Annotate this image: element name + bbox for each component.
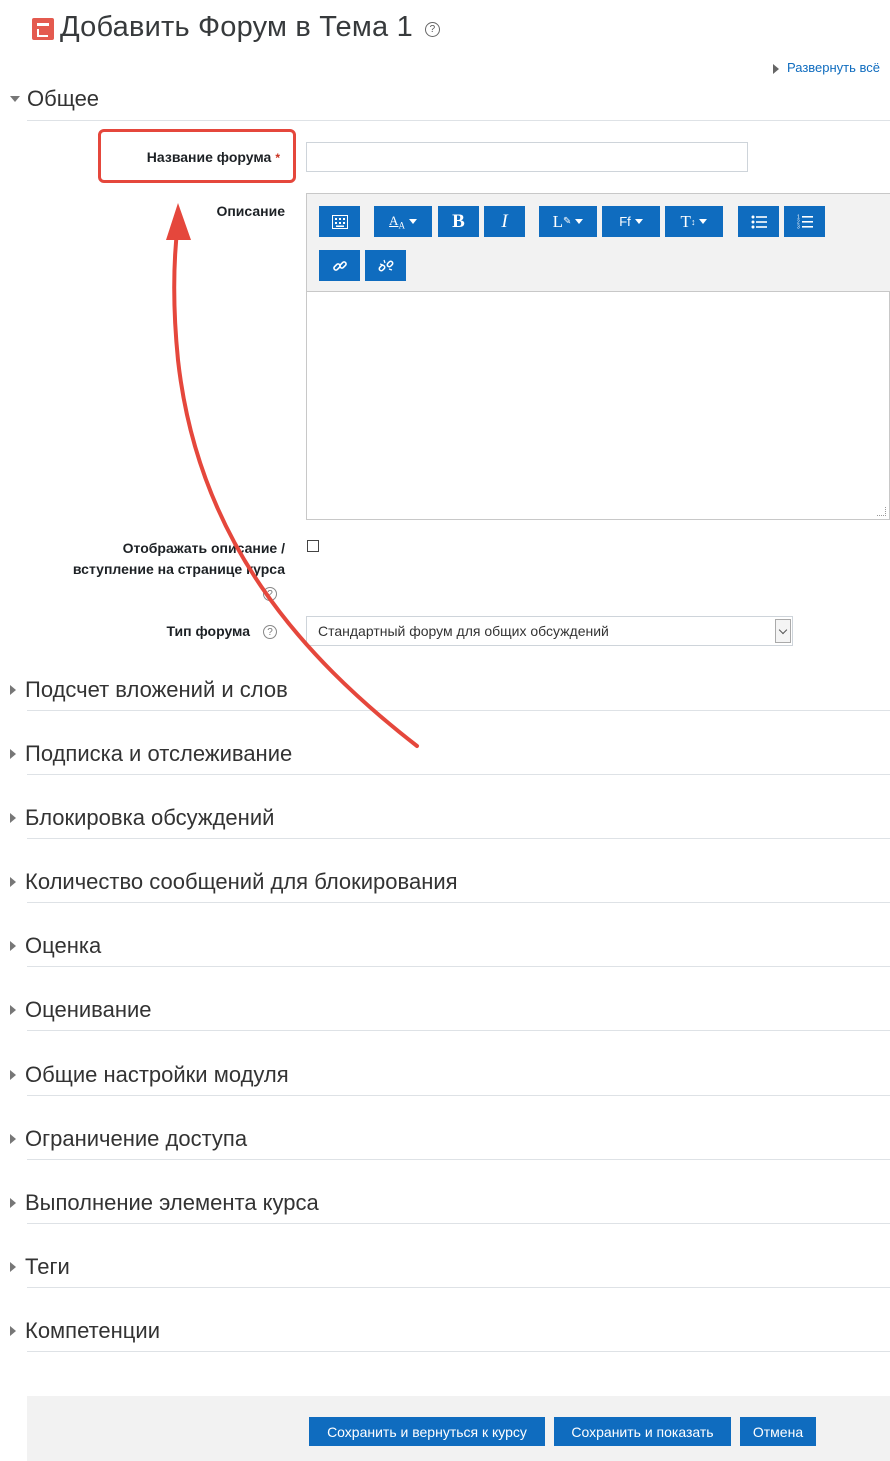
section-header[interactable]: Оценивание bbox=[10, 997, 152, 1023]
bold-icon[interactable]: B bbox=[438, 206, 479, 237]
divider bbox=[27, 1351, 890, 1352]
expand-all-label: Развернуть всё bbox=[787, 60, 881, 75]
editor-toolbar: AA B I L ✎ Ff T ↕ 123 bbox=[307, 194, 890, 292]
section-title: Количество сообщений для блокирования bbox=[25, 869, 458, 894]
section-header[interactable]: Подписка и отслеживание bbox=[10, 741, 292, 767]
section-header[interactable]: Компетенции bbox=[10, 1318, 160, 1344]
expand-triangle-icon bbox=[10, 1262, 16, 1272]
divider bbox=[27, 1095, 890, 1096]
show-description-label: Отображать описание / вступление на стра… bbox=[20, 538, 285, 580]
italic-icon[interactable]: I bbox=[484, 206, 525, 237]
section-header[interactable]: Количество сообщений для блокирования bbox=[10, 869, 458, 895]
unordered-list-icon[interactable] bbox=[738, 206, 779, 237]
forum-name-input[interactable] bbox=[306, 142, 748, 172]
paragraph-style-icon[interactable]: L ✎ bbox=[539, 206, 597, 237]
page-header: Добавить Форум в Тема 1 ? bbox=[32, 10, 440, 44]
font-family-icon[interactable]: Ff bbox=[602, 206, 660, 237]
divider bbox=[27, 1287, 890, 1288]
show-description-checkbox[interactable] bbox=[307, 540, 319, 552]
show-description-label-line2: вступление на странице курса bbox=[72, 561, 285, 577]
section-title: Оценка bbox=[25, 933, 102, 958]
help-icon[interactable]: ? bbox=[424, 21, 440, 37]
divider bbox=[27, 1159, 890, 1160]
expand-triangle-icon bbox=[10, 1198, 16, 1208]
save-return-button[interactable]: Сохранить и вернуться к курсу bbox=[309, 1417, 545, 1446]
page-title: Добавить Форум в Тема 1 bbox=[60, 10, 413, 43]
link-icon[interactable] bbox=[319, 250, 360, 281]
forum-type-value: Стандартный форум для общих обсуждений bbox=[318, 623, 609, 639]
divider bbox=[27, 838, 890, 839]
section-header[interactable]: Теги bbox=[10, 1254, 70, 1280]
expand-triangle-icon bbox=[10, 1134, 16, 1144]
divider bbox=[27, 902, 890, 903]
unlink-icon[interactable] bbox=[365, 250, 406, 281]
section-title: Оценивание bbox=[25, 997, 152, 1022]
expand-triangle-icon bbox=[10, 1005, 16, 1015]
forum-type-select[interactable]: Стандартный форум для общих обсуждений bbox=[306, 616, 793, 646]
section-title: Общие настройки модуля bbox=[25, 1062, 289, 1087]
help-icon[interactable]: ? bbox=[263, 625, 277, 639]
expand-triangle-icon bbox=[10, 941, 16, 951]
divider bbox=[27, 1030, 890, 1031]
expand-triangle-icon bbox=[773, 63, 779, 74]
resize-handle-icon[interactable] bbox=[877, 507, 886, 516]
ordered-list-icon[interactable]: 123 bbox=[784, 206, 825, 237]
font-size-icon[interactable]: AA bbox=[374, 206, 432, 237]
collapse-triangle-icon bbox=[10, 96, 20, 102]
description-label: Описание bbox=[216, 203, 285, 219]
expand-triangle-icon bbox=[10, 813, 16, 823]
divider bbox=[27, 120, 890, 121]
expand-triangle-icon bbox=[10, 685, 16, 695]
section-header[interactable]: Блокировка обсуждений bbox=[10, 805, 274, 831]
expand-all-link[interactable]: Развернуть всё bbox=[773, 60, 880, 75]
expand-triangle-icon bbox=[10, 877, 16, 887]
section-title: Подсчет вложений и слов bbox=[25, 677, 288, 702]
section-header[interactable]: Общие настройки модуля bbox=[10, 1062, 289, 1088]
divider bbox=[27, 710, 890, 711]
expand-triangle-icon bbox=[10, 749, 16, 759]
section-header[interactable]: Оценка bbox=[10, 933, 101, 959]
cancel-button[interactable]: Отмена bbox=[740, 1417, 816, 1446]
divider bbox=[27, 774, 890, 775]
section-header[interactable]: Подсчет вложений и слов bbox=[10, 677, 288, 703]
section-title: Теги bbox=[25, 1254, 70, 1279]
section-general-title: Общее bbox=[27, 86, 100, 111]
section-header[interactable]: Ограничение доступа bbox=[10, 1126, 247, 1152]
save-display-button[interactable]: Сохранить и показать bbox=[554, 1417, 731, 1446]
keyboard-icon[interactable] bbox=[319, 206, 360, 237]
help-icon[interactable]: ? bbox=[263, 587, 277, 601]
annotation-highlight-box bbox=[98, 129, 296, 183]
svg-text:3: 3 bbox=[797, 225, 800, 230]
expand-triangle-icon bbox=[10, 1070, 16, 1080]
section-title: Блокировка обсуждений bbox=[25, 805, 275, 830]
forum-type-label: Тип форума bbox=[166, 623, 250, 639]
divider bbox=[27, 966, 890, 967]
section-title: Подписка и отслеживание bbox=[25, 741, 293, 766]
section-title: Компетенции bbox=[25, 1318, 160, 1343]
forum-icon bbox=[32, 18, 54, 40]
section-title: Ограничение доступа bbox=[25, 1126, 248, 1151]
expand-triangle-icon bbox=[10, 1326, 16, 1336]
section-header[interactable]: Выполнение элемента курса bbox=[10, 1190, 319, 1216]
chevron-down-icon bbox=[775, 619, 791, 643]
show-description-label-line1: Отображать описание / bbox=[122, 540, 285, 556]
section-general-header[interactable]: Общее bbox=[10, 86, 99, 112]
section-title: Выполнение элемента курса bbox=[25, 1190, 319, 1215]
text-style-icon[interactable]: T ↕ bbox=[665, 206, 723, 237]
divider bbox=[27, 1223, 890, 1224]
